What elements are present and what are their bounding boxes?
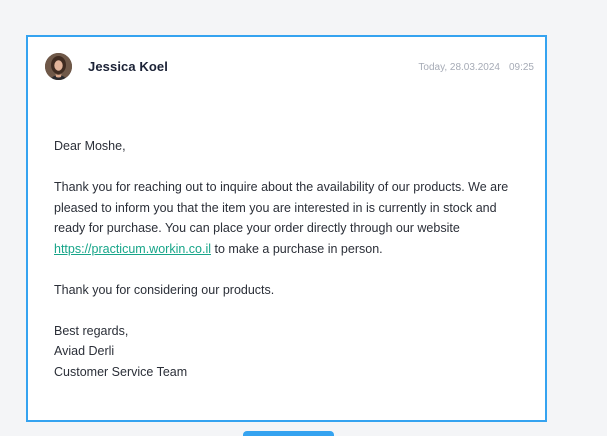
bottom-action-button[interactable] (243, 431, 334, 436)
message-text-after-link: to make a purchase in person. (211, 241, 383, 256)
thanks-line: Thank you for considering our products. (54, 282, 275, 297)
email-time: 09:25 (508, 62, 534, 73)
signature-name: Aviad Derli (54, 344, 115, 358)
email-date: Today, 28.03.2024 (418, 62, 500, 73)
message-paragraph: Thank you for reaching out to inquire ab… (54, 177, 514, 259)
avatar (45, 53, 72, 80)
email-card: Jessica Koel Today, 28.03.2024 09:25 Dear… (26, 35, 547, 422)
avatar-photo-icon (45, 53, 72, 80)
email-body: Dear Moshe, Thank you for reaching out t… (54, 136, 514, 382)
email-viewer: Jessica Koel Today, 28.03.2024 09:25 Dear… (0, 0, 607, 436)
email-timestamp: Today, 28.03.2024 09:25 (418, 62, 534, 73)
website-link[interactable]: https://practicum.workin.co.il (54, 242, 211, 256)
signoff: Best regards, (54, 323, 129, 338)
message-text-before-link: Thank you for reaching out to inquire ab… (54, 180, 509, 235)
sender-name: Jessica Koel (88, 59, 168, 74)
email-header: Jessica Koel Today, 28.03.2024 09:25 (28, 37, 545, 101)
signature-team: Customer Service Team (54, 364, 188, 379)
greeting: Dear Moshe, (54, 139, 126, 153)
